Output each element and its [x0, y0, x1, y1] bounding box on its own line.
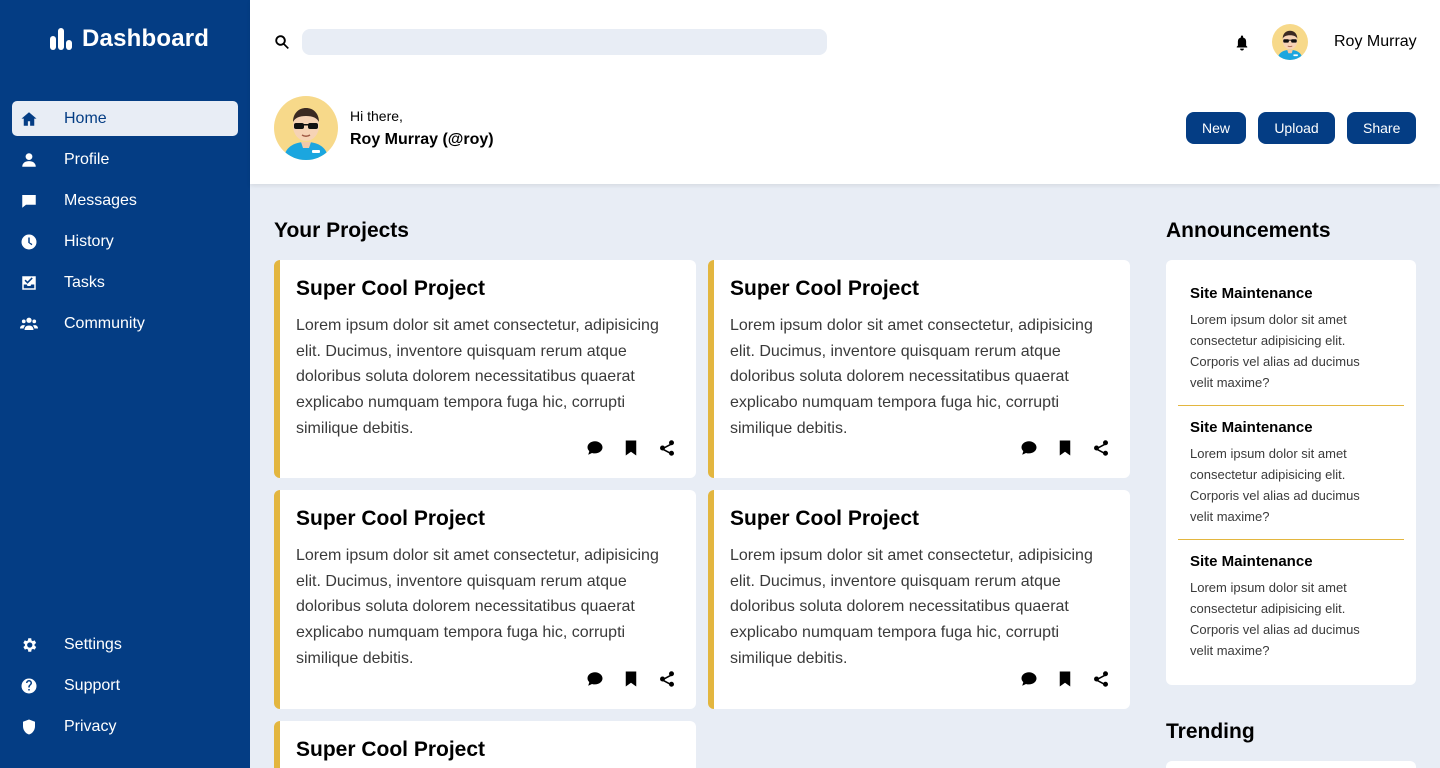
divider	[1178, 539, 1404, 540]
announcement-text: Lorem ipsum dolor sit amet consectetur a…	[1190, 446, 1360, 524]
sidebar-item-label: Privacy	[64, 717, 117, 735]
shield-icon	[20, 718, 38, 736]
announcement-title: Site Maintenance	[1190, 285, 1313, 302]
avatar[interactable]	[1272, 24, 1308, 60]
gear-icon	[20, 636, 38, 654]
trending-title: Trending	[1166, 720, 1255, 743]
comment-icon[interactable]	[586, 670, 604, 688]
project-title: Super Cool Project	[296, 507, 486, 530]
announcements-title: Announcements	[1166, 219, 1331, 242]
project-actions	[586, 670, 676, 688]
project-description: Lorem ipsum dolor sit amet consectetur, …	[296, 547, 659, 667]
greeting-name: Roy Murray (@roy)	[350, 131, 494, 148]
sidebar-item-history[interactable]: History	[12, 224, 238, 259]
project-card[interactable]: Super Cool Project Lorem ipsum dolor sit…	[274, 490, 696, 709]
bookmark-icon[interactable]	[1056, 439, 1074, 457]
share-icon[interactable]	[1092, 670, 1110, 688]
user-icon	[20, 151, 38, 169]
tasks-icon	[20, 274, 38, 292]
comment-icon[interactable]	[1020, 670, 1038, 688]
bookmark-icon[interactable]	[622, 439, 640, 457]
sidebar-item-profile[interactable]: Profile	[12, 142, 238, 177]
sidebar-item-messages[interactable]: Messages	[12, 183, 238, 218]
project-title: Super Cool Project	[730, 507, 920, 530]
sidebar-item-label: Profile	[64, 150, 110, 168]
sidebar-item-tasks[interactable]: Tasks	[12, 265, 238, 300]
project-description: Lorem ipsum dolor sit amet consectetur, …	[730, 547, 1093, 667]
project-actions	[1020, 670, 1110, 688]
sidebar-item-label: Settings	[64, 635, 122, 653]
brand[interactable]: Dashboard	[50, 24, 209, 54]
project-description: Lorem ipsum dolor sit amet consectetur, …	[730, 317, 1093, 437]
share-icon[interactable]	[658, 439, 676, 457]
sidebar-bottom-nav: Settings Support Privacy	[12, 627, 238, 750]
user-name[interactable]: Roy Murray	[1334, 33, 1417, 51]
announcements-panel: Site Maintenance Lorem ipsum dolor sit a…	[1166, 260, 1416, 685]
sidebar: Dashboard Home Profile Messages History …	[0, 0, 250, 768]
bookmark-icon[interactable]	[622, 670, 640, 688]
bell-icon[interactable]	[1233, 34, 1251, 52]
sidebar-item-privacy[interactable]: Privacy	[12, 709, 238, 744]
sidebar-item-label: Support	[64, 676, 121, 694]
sidebar-item-label: Tasks	[64, 273, 105, 291]
sidebar-item-support[interactable]: Support	[12, 668, 238, 703]
project-description: Lorem ipsum dolor sit amet consectetur, …	[296, 317, 659, 437]
search-input[interactable]	[302, 29, 827, 55]
share-button[interactable]: Share	[1347, 112, 1416, 144]
bar-chart-icon	[50, 28, 72, 50]
clock-icon	[20, 233, 38, 251]
bookmark-icon[interactable]	[1056, 670, 1074, 688]
project-actions	[1020, 439, 1110, 457]
project-actions	[586, 439, 676, 457]
announcement-text: Lorem ipsum dolor sit amet consectetur a…	[1190, 580, 1360, 658]
divider	[1178, 405, 1404, 406]
message-icon	[20, 192, 38, 210]
new-button[interactable]: New	[1186, 112, 1246, 144]
sidebar-item-label: History	[64, 232, 114, 250]
profile-avatar	[274, 96, 338, 160]
sidebar-item-settings[interactable]: Settings	[12, 627, 238, 662]
home-icon	[20, 110, 38, 128]
project-title: Super Cool Project	[296, 738, 486, 761]
project-card[interactable]: Super Cool Project	[274, 721, 696, 768]
greeting: Hi there,	[350, 108, 403, 124]
comment-icon[interactable]	[586, 439, 604, 457]
header: Roy Murray Hi there, Roy Murray (@roy) N…	[250, 0, 1440, 184]
project-card[interactable]: Super Cool Project Lorem ipsum dolor sit…	[274, 260, 696, 478]
announcement-text: Lorem ipsum dolor sit amet consectetur a…	[1190, 312, 1360, 390]
projects-title: Your Projects	[274, 219, 409, 242]
announcement-title: Site Maintenance	[1190, 419, 1313, 436]
share-icon[interactable]	[1092, 439, 1110, 457]
question-icon	[20, 677, 38, 695]
sidebar-item-community[interactable]: Community	[12, 306, 238, 341]
brand-title: Dashboard	[82, 25, 210, 52]
project-title: Super Cool Project	[296, 277, 486, 300]
announcement-title: Site Maintenance	[1190, 553, 1313, 570]
sidebar-item-label: Home	[64, 109, 107, 127]
share-icon[interactable]	[658, 670, 676, 688]
trending-panel	[1166, 761, 1416, 768]
sidebar-item-label: Community	[64, 314, 145, 332]
sidebar-item-label: Messages	[64, 191, 137, 209]
project-card[interactable]: Super Cool Project Lorem ipsum dolor sit…	[708, 490, 1130, 709]
upload-button[interactable]: Upload	[1258, 112, 1335, 144]
sidebar-nav: Home Profile Messages History Tasks Comm…	[12, 101, 238, 347]
sidebar-item-home[interactable]: Home	[12, 101, 238, 136]
project-title: Super Cool Project	[730, 277, 920, 300]
comment-icon[interactable]	[1020, 439, 1038, 457]
project-card[interactable]: Super Cool Project Lorem ipsum dolor sit…	[708, 260, 1130, 478]
users-icon	[20, 315, 38, 333]
search-icon[interactable]	[273, 33, 291, 51]
